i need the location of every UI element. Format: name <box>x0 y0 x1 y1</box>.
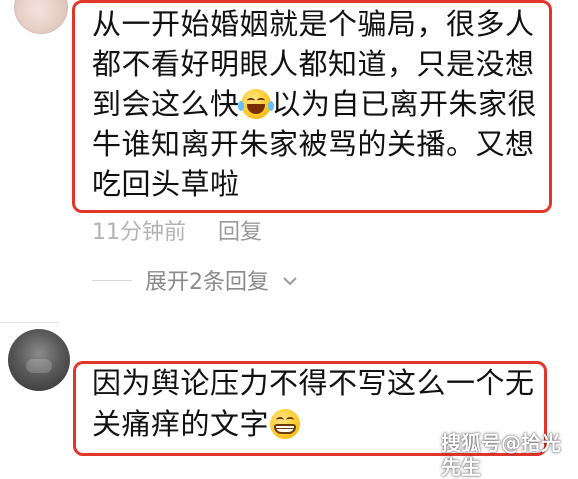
comment-2-text-body: 因为舆论压力不得不写这么一个无关痛痒的文字 <box>92 366 535 441</box>
comment-1-reply-button[interactable]: 回复 <box>218 219 262 247</box>
comment-1-text: 从一开始婚姻就是个骗局，很多人都不看好明眼人都知道，只是没想到会这么快 以为自已离… <box>92 4 544 204</box>
avatar-second[interactable] <box>8 329 70 391</box>
grinning-emoji-icon <box>270 409 301 439</box>
watermark: 搜狐号@拾光先生 <box>441 431 561 479</box>
expand-replies-button[interactable]: 展开2条回复 <box>145 269 269 297</box>
expand-divider <box>92 280 132 281</box>
avatar-top[interactable] <box>14 0 68 34</box>
comment-1-time: 11分钟前 <box>92 220 186 245</box>
comment-divider <box>0 322 60 323</box>
tears-of-joy-emoji-icon <box>237 89 274 119</box>
chevron-down-icon[interactable] <box>281 272 299 290</box>
